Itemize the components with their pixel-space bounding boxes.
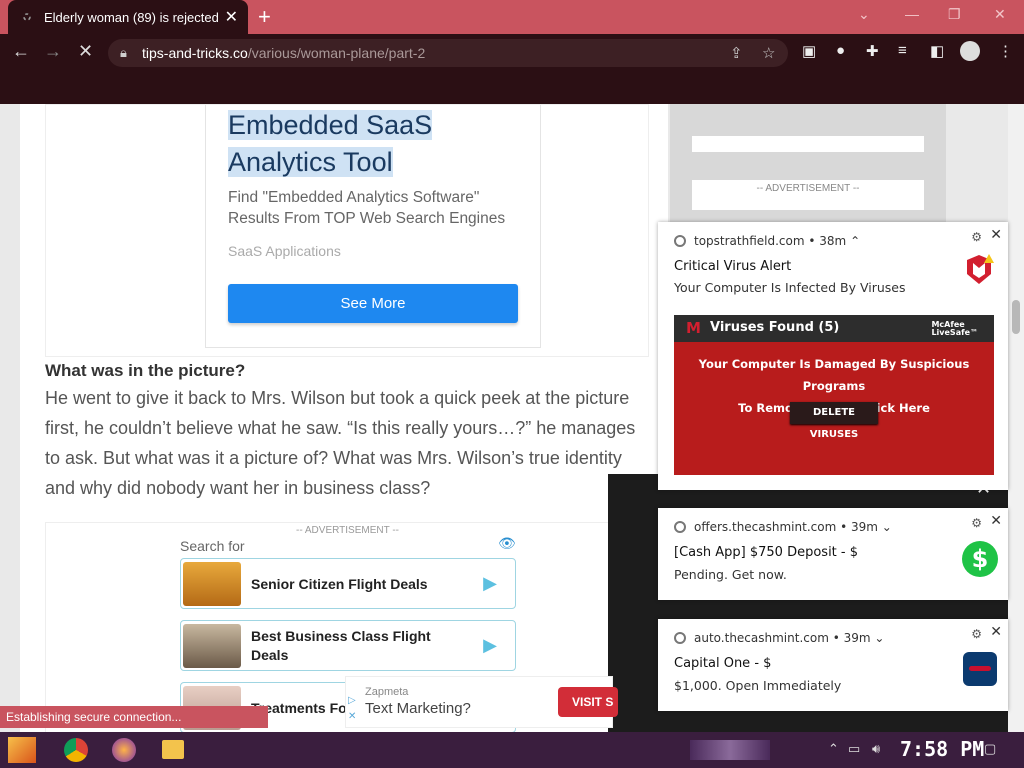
notification-title: Critical Virus Alert xyxy=(674,259,792,274)
bottom-ad[interactable]: ▷ ✕ Zapmeta Text Marketing? VISIT S xyxy=(345,676,618,728)
chrome-icon xyxy=(674,521,686,533)
ad-label: -- ADVERTISEMENT -- xyxy=(296,525,399,536)
ad-choices-icon[interactable]: ▷ xyxy=(348,695,356,706)
notification-title: [Cash App] $750 Deposit - $ xyxy=(674,545,858,560)
chevron-right-icon: ▶ xyxy=(483,573,497,593)
see-more-button[interactable]: See More xyxy=(228,284,518,323)
close-icon[interactable]: ✕ xyxy=(990,624,1002,640)
tab-strip: Elderly woman (89) is rejected ✕ + ⌄ — ❐… xyxy=(0,0,1024,34)
notification-virus-alert[interactable]: topstrathfield.com • 38m ⌃ ⚙ ✕ Critical … xyxy=(658,222,1008,490)
ad-title[interactable]: Embedded SaaS Analytics Tool xyxy=(228,107,433,181)
menu-dots-icon[interactable]: ⋮ xyxy=(998,42,1013,60)
close-icon[interactable]: ✕ xyxy=(348,711,356,722)
bottom-ad-advertiser: Zapmeta xyxy=(365,686,409,698)
profile-avatar[interactable] xyxy=(960,41,980,61)
article-paragraph: He went to give it back to Mrs. Wilson b… xyxy=(45,388,636,498)
media-queue-icon[interactable]: ≡ xyxy=(898,42,907,59)
start-icon[interactable] xyxy=(8,737,36,763)
plane-thumbnail xyxy=(183,562,241,606)
ad-choices-icon[interactable]: 👁︎ xyxy=(498,535,516,552)
address-bar[interactable]: 🔒︎ tips-and-tricks.co/various/woman-plan… xyxy=(108,39,788,67)
notification-message: Pending. Get now. xyxy=(674,567,787,582)
chrome-icon xyxy=(674,632,686,644)
bottom-ad-text: Text Marketing? xyxy=(365,700,471,717)
settings-gear-icon[interactable]: ⚙ xyxy=(971,230,982,244)
search-ad-row[interactable]: Best Business Class Flight Deals ▶ xyxy=(180,620,516,671)
article-column: Embedded SaaS Analytics Tool Find "Embedd… xyxy=(20,104,668,732)
visit-site-button[interactable]: VISIT S xyxy=(558,687,618,717)
mcafee-logo-icon: M xyxy=(686,319,701,337)
search-for-label: Search for xyxy=(180,538,245,554)
clock[interactable]: 7:58 PM xyxy=(900,737,984,761)
capital-one-icon xyxy=(963,652,997,686)
tray-chevron-icon[interactable]: ⌃ xyxy=(828,741,839,757)
firefox-icon[interactable] xyxy=(112,738,136,762)
notification-source: auto.thecashmint.com • 39m ⌄ xyxy=(674,631,884,645)
chrome-icon[interactable] xyxy=(64,738,88,762)
cash-app-icon: $ xyxy=(962,541,998,577)
taskbar: ⌃ ▭ 🔊︎ 7:58 PM ▢ xyxy=(0,732,1024,768)
page-scrollbar[interactable] xyxy=(1008,104,1024,732)
toolbar-extension-strip xyxy=(0,72,1024,104)
settings-gear-icon[interactable]: ⚙ xyxy=(971,627,982,641)
top-ad-card[interactable]: Embedded SaaS Analytics Tool Find "Embedd… xyxy=(205,105,541,348)
side-panel-icon[interactable]: ◧ xyxy=(930,42,944,60)
notification-center-icon[interactable]: ▢ xyxy=(984,741,996,757)
brand-label: McAfee LiveSafe™ xyxy=(931,320,978,337)
stop-icon[interactable]: ✕ xyxy=(78,41,93,62)
notification-message: $1,000. Open Immediately xyxy=(674,678,842,693)
tab-title: Elderly woman (89) is rejected xyxy=(44,10,219,25)
top-ad[interactable]: Embedded SaaS Analytics Tool Find "Embedd… xyxy=(45,104,649,357)
ad-source: SaaS Applications xyxy=(228,243,341,259)
notification-capital-one[interactable]: auto.thecashmint.com • 39m ⌄ ⚙ ✕ Capital… xyxy=(658,619,1008,711)
notification-cash-app[interactable]: offers.thecashmint.com • 39m ⌄ ⚙ ✕ [Cash… xyxy=(658,508,1008,600)
extension-icon[interactable]: ▣ xyxy=(802,42,816,60)
url-text: tips-and-tricks.co/various/woman-plane/p… xyxy=(142,45,426,61)
close-icon[interactable]: ✕ xyxy=(990,513,1002,529)
search-ad-row-label: Best Business Class Flight Deals xyxy=(251,628,431,663)
extension-dark-icon[interactable]: ● xyxy=(836,42,845,59)
search-ad-row[interactable]: Senior Citizen Flight Deals ▶ xyxy=(180,558,516,609)
delete-viruses-button[interactable]: DELETE VIRUSES xyxy=(790,402,878,440)
taskbar-decoration xyxy=(690,740,770,760)
lock-icon[interactable]: 🔒︎ xyxy=(120,45,127,61)
status-bubble: Establishing secure connection... xyxy=(0,706,268,728)
bookmark-star-icon[interactable]: ☆ xyxy=(762,44,775,62)
new-tab-button[interactable]: + xyxy=(258,4,271,30)
search-ad-row-label: Senior Citizen Flight Deals xyxy=(251,576,428,592)
virus-banner[interactable]: M Viruses Found (5) McAfee LiveSafe™ Your… xyxy=(674,315,994,475)
notification-message: Your Computer Is Infected By Viruses xyxy=(674,280,906,295)
ad-description: Find "Embedded Analytics Software" Resul… xyxy=(228,189,506,227)
tab-search-icon[interactable]: ⌄ xyxy=(858,6,870,23)
close-icon[interactable]: ✕ xyxy=(990,227,1002,243)
volume-icon[interactable]: 🔊︎ xyxy=(872,741,880,757)
chevron-right-icon: ▶ xyxy=(483,635,497,655)
back-icon[interactable]: ← xyxy=(12,41,30,62)
browser-tab[interactable]: Elderly woman (89) is rejected ✕ xyxy=(8,0,248,34)
network-icon[interactable]: ▭ xyxy=(848,741,860,757)
loading-icon xyxy=(23,13,31,21)
notification-source: offers.thecashmint.com • 39m ⌄ xyxy=(674,520,892,534)
extensions-puzzle-icon[interactable]: ✚ xyxy=(866,42,879,60)
restore-icon[interactable]: ❐ xyxy=(948,6,961,23)
notification-title: Capital One - $ xyxy=(674,656,772,671)
tab-close-icon[interactable]: ✕ xyxy=(225,7,238,27)
settings-gear-icon[interactable]: ⚙ xyxy=(971,516,982,530)
minimize-icon[interactable]: — xyxy=(905,6,919,22)
scrollbar-thumb[interactable] xyxy=(1012,300,1020,334)
mcafee-shield-icon xyxy=(967,254,994,284)
sidebar-ad-label: -- ADVERTISEMENT -- xyxy=(692,180,924,210)
cabin-thumbnail xyxy=(183,624,241,668)
virus-banner-heading: Viruses Found (5) xyxy=(710,320,840,335)
file-explorer-icon[interactable] xyxy=(162,740,184,759)
sidebar-ad-slot xyxy=(692,136,924,152)
virus-banner-header: M Viruses Found (5) McAfee LiveSafe™ xyxy=(674,315,994,342)
forward-icon[interactable]: → xyxy=(44,41,62,62)
notification-source: topstrathfield.com • 38m ⌃ xyxy=(674,234,860,248)
article-heading: What was in the picture? xyxy=(45,361,246,380)
chrome-icon xyxy=(674,235,686,247)
share-icon[interactable]: ⇪ xyxy=(730,44,743,62)
close-window-icon[interactable]: ✕ xyxy=(994,6,1006,23)
